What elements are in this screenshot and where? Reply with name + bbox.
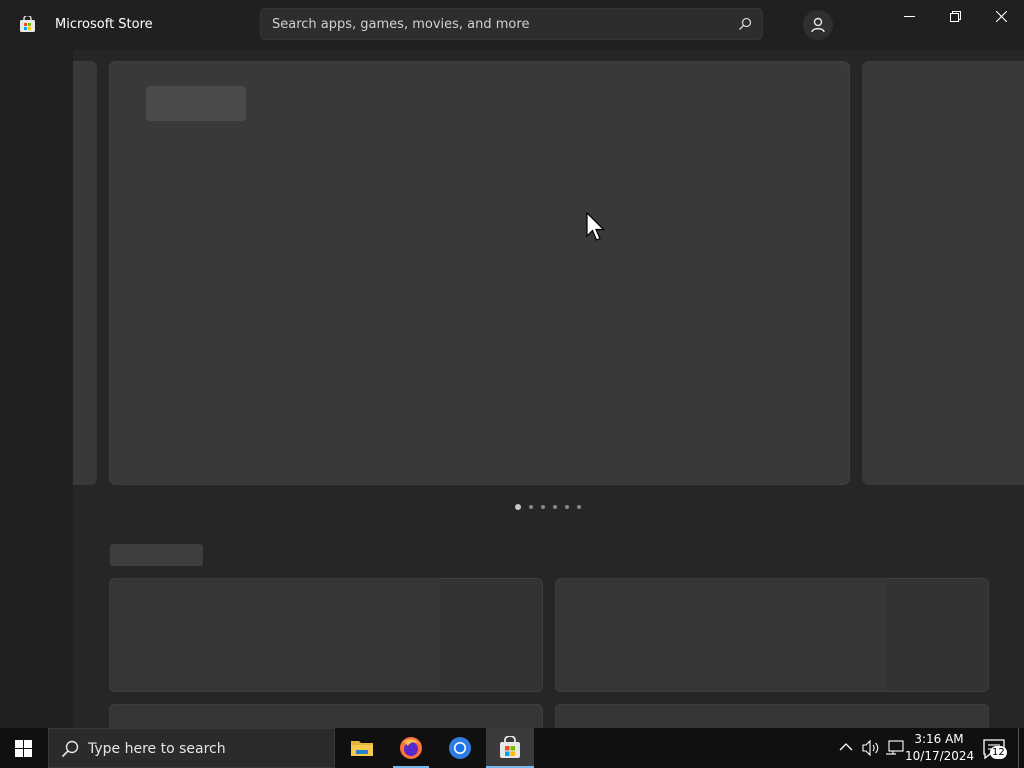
carousel-dot[interactable]	[515, 504, 521, 510]
search-icon	[61, 740, 79, 758]
hero-title-placeholder	[146, 86, 246, 121]
clock-time: 3:16 AM	[914, 732, 964, 746]
folder-icon	[351, 741, 373, 756]
search-icon[interactable]	[738, 17, 752, 31]
close-icon	[996, 11, 1007, 22]
taskbar-file-explorer[interactable]	[338, 728, 386, 768]
taskbar-clock[interactable]: 3:16 AM 10/17/2024	[905, 731, 975, 765]
app-title: Microsoft Store	[55, 17, 153, 32]
carousel-dot[interactable]	[577, 505, 581, 509]
taskbar-microsoft-store[interactable]	[486, 728, 534, 768]
firefox-icon	[400, 737, 422, 759]
mouse-cursor-icon	[586, 212, 605, 241]
start-button[interactable]	[0, 728, 48, 768]
notification-count-badge: 12	[990, 746, 1007, 759]
taskbar: Type here to search 3:16 AM 10/17/2024 1…	[0, 728, 1024, 768]
carousel-dot[interactable]	[565, 505, 569, 509]
volume-icon[interactable]	[862, 740, 880, 756]
network-icon[interactable]	[886, 740, 904, 756]
carousel-dot[interactable]	[529, 505, 533, 509]
section-title-placeholder	[110, 544, 203, 566]
taskbar-firefox[interactable]	[387, 728, 435, 768]
main-content	[73, 50, 1024, 728]
restore-button[interactable]	[932, 0, 978, 32]
user-icon	[811, 17, 825, 33]
left-navigation	[0, 50, 73, 728]
close-button[interactable]	[978, 0, 1024, 32]
app-tile-placeholder[interactable]	[555, 578, 989, 692]
restore-icon	[950, 11, 961, 22]
store-icon	[20, 16, 35, 32]
carousel-dot[interactable]	[541, 505, 545, 509]
chevron-up-icon[interactable]	[839, 740, 853, 754]
search-input[interactable]: Search apps, games, movies, and more	[272, 17, 529, 32]
hero-card-next[interactable]	[862, 61, 1024, 485]
taskbar-search-input[interactable]: Type here to search	[88, 741, 226, 757]
title-bar: Microsoft Store Search apps, games, movi…	[0, 0, 1024, 50]
app-tile-placeholder[interactable]	[109, 578, 543, 692]
app-tile-placeholder[interactable]	[109, 704, 543, 728]
account-button[interactable]	[803, 10, 833, 40]
clock-date: 10/17/2024	[905, 749, 975, 763]
store-icon	[500, 736, 520, 758]
carousel-dot[interactable]	[553, 505, 557, 509]
chrome-icon	[449, 737, 471, 759]
hero-card-previous[interactable]	[73, 61, 97, 485]
minimize-button[interactable]	[886, 0, 932, 32]
taskbar-chrome[interactable]	[436, 728, 484, 768]
app-tile-placeholder[interactable]	[555, 704, 989, 728]
minimize-icon	[904, 16, 915, 17]
show-desktop-button[interactable]	[1018, 728, 1019, 768]
windows-logo-icon	[15, 740, 32, 757]
taskbar-search[interactable]: Type here to search	[48, 728, 335, 768]
search-box[interactable]: Search apps, games, movies, and more	[260, 8, 763, 40]
carousel-indicators[interactable]	[515, 504, 585, 511]
hero-card[interactable]	[109, 61, 850, 485]
